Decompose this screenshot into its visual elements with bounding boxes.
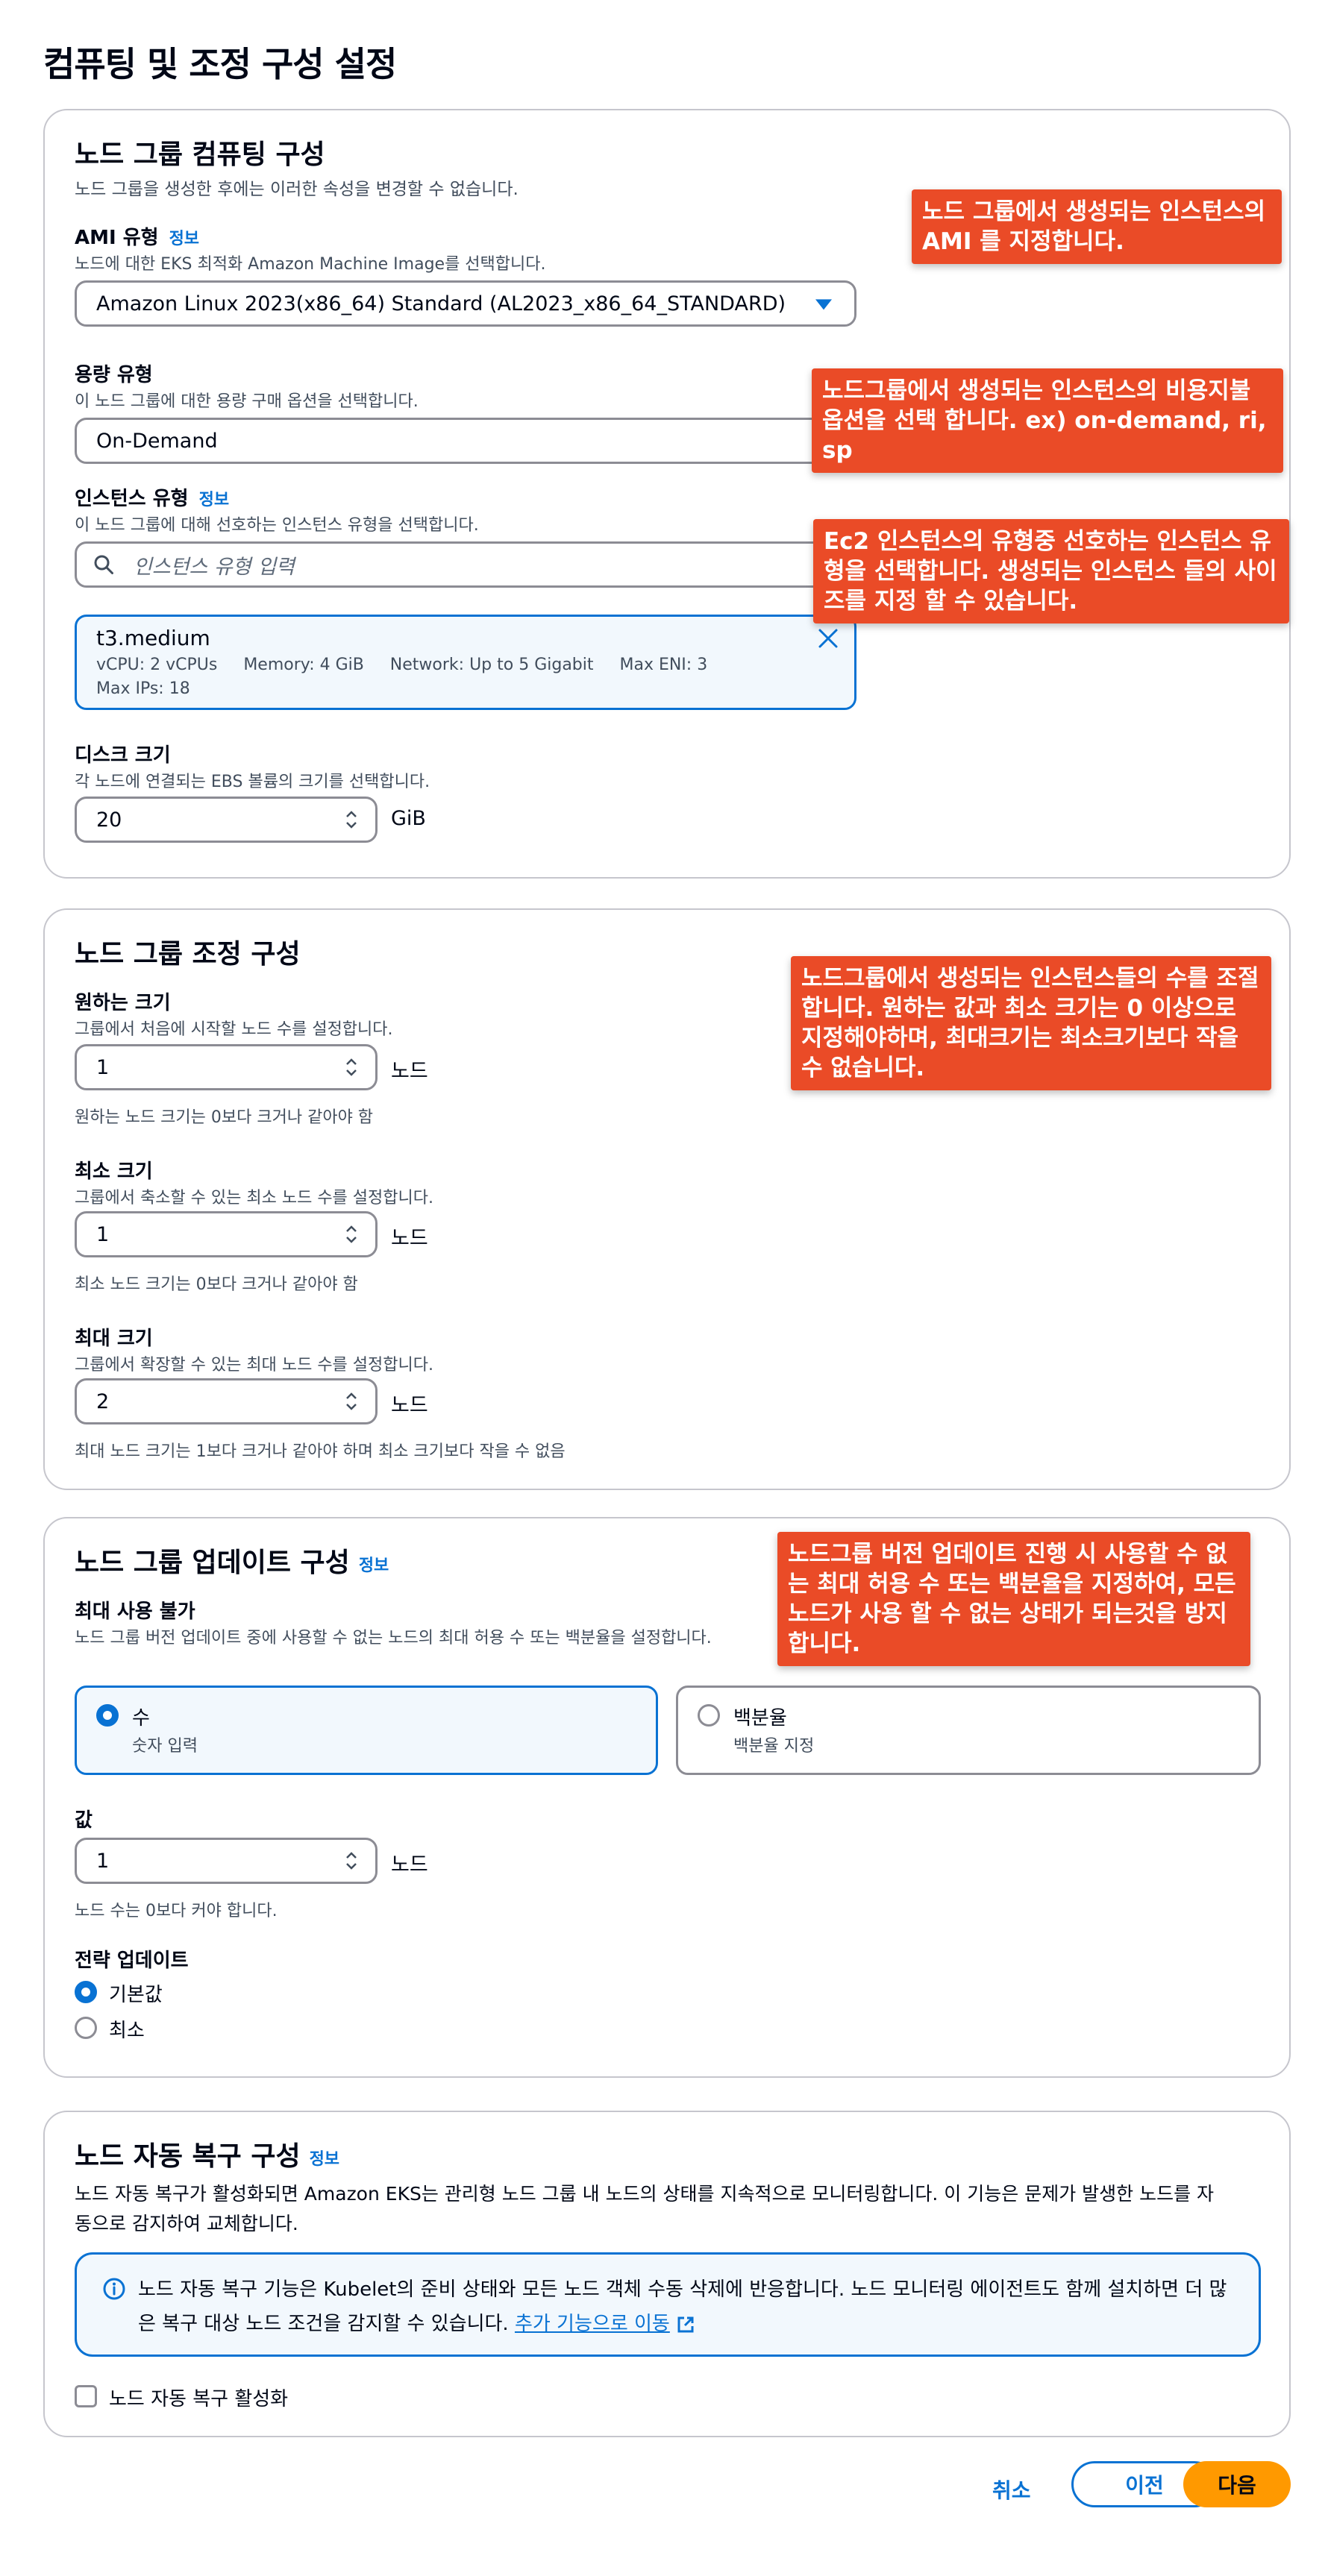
strategy-option-minimum-label: 최소 xyxy=(109,2020,145,2042)
instance-type-description: 이 노드 그룹에 대해 선호하는 인스턴스 유형을 선택합니다. xyxy=(75,516,479,535)
ami-type-select[interactable]: Amazon Linux 2023(x86_64) Standard (AL20… xyxy=(75,280,856,327)
strategy-option-default-label: 기본값 xyxy=(109,1984,163,2006)
min-size-description: 그룹에서 축소할 수 있는 최소 노드 수를 설정합니다. xyxy=(75,1189,433,1207)
instance-type-token: t3.medium vCPU: 2 vCPUs Memory: 4 GiB Ne… xyxy=(75,615,856,710)
scaling-panel-title: 노드 그룹 조정 구성 xyxy=(75,939,301,970)
max-size-hint: 최대 노드 크기는 1보다 크거나 같아야 하며 최소 크기보다 작을 수 없음 xyxy=(75,1442,566,1461)
addons-link[interactable]: 추가 기능으로 이동 xyxy=(515,2313,670,2335)
update-callout: 노드그룹 버전 업데이트 진행 시 사용할 수 없는 최대 허용 수 또는 백분… xyxy=(777,1532,1250,1666)
auto-repair-panel-title-text: 노드 자동 복구 구성 xyxy=(75,2141,301,2172)
radio-selected-icon xyxy=(75,1981,97,2003)
value-input-value: 1 xyxy=(96,1849,110,1873)
max-size-description: 그룹에서 확장할 수 있는 최대 노드 수를 설정합니다. xyxy=(75,1356,433,1375)
next-button[interactable]: 다음 xyxy=(1183,2461,1291,2507)
radio-selected-icon xyxy=(96,1704,119,1727)
stepper-icon[interactable] xyxy=(344,808,359,831)
min-size-value: 1 xyxy=(96,1222,110,1246)
desired-size-unit: 노드 xyxy=(391,1060,428,1083)
radio-unselected-icon xyxy=(75,2017,97,2039)
disk-size-input[interactable]: 20 xyxy=(75,797,378,843)
auto-repair-info-link[interactable]: 정보 xyxy=(310,2150,339,2169)
desired-size-description: 그룹에서 처음에 시작할 노드 수를 설정합니다. xyxy=(75,1020,393,1039)
ami-callout: 노드 그룹에서 생성되는 인스턴스의 AMI 를 지정합니다. xyxy=(912,189,1282,264)
max-unavailable-number-tile[interactable]: 수 숫자 입력 xyxy=(75,1686,658,1775)
disk-size-label: 디스크 크기 xyxy=(75,744,171,767)
ami-type-value: Amazon Linux 2023(x86_64) Standard (AL20… xyxy=(96,292,786,315)
min-size-hint: 최소 노드 크기는 0보다 크거나 같아야 함 xyxy=(75,1275,358,1294)
tile-number-desc: 숫자 입력 xyxy=(132,1737,198,1756)
compute-panel-title: 노드 그룹 컴퓨팅 구성 xyxy=(75,139,325,170)
auto-repair-alert-text: 노드 자동 복구 기능은 Kubelet의 준비 상태와 모든 노드 객체 수동… xyxy=(138,2272,1242,2341)
search-icon xyxy=(94,555,113,574)
instance-type-token-ips: Max IPs: 18 xyxy=(96,679,190,698)
info-icon xyxy=(103,2278,125,2300)
compute-panel-description: 노드 그룹을 생성한 후에는 이러한 속성을 변경할 수 없습니다. xyxy=(75,180,519,199)
stepper-icon[interactable] xyxy=(344,1223,359,1245)
instance-type-search-placeholder: 인스턴스 유형 입력 xyxy=(134,555,295,579)
value-hint: 노드 수는 0보다 커야 합니다. xyxy=(75,1902,278,1920)
scaling-callout: 노드그룹에서 생성되는 인스턴스들의 수를 조절합니다. 원하는 값과 최소 크… xyxy=(791,956,1271,1090)
tile-percent-desc: 백분율 지정 xyxy=(733,1737,815,1756)
max-unavailable-percent-tile[interactable]: 백분율 백분율 지정 xyxy=(676,1686,1261,1775)
external-link-icon[interactable] xyxy=(676,2315,695,2334)
instance-type-token-name: t3.medium xyxy=(96,626,210,650)
desired-size-input[interactable]: 1 xyxy=(75,1044,378,1090)
update-info-link[interactable]: 정보 xyxy=(359,1556,389,1575)
disk-size-unit: GiB xyxy=(391,807,426,830)
caret-down-icon xyxy=(815,299,832,310)
desired-size-label: 원하는 크기 xyxy=(75,992,171,1014)
value-unit: 노드 xyxy=(391,1853,428,1876)
disk-size-value: 20 xyxy=(96,808,122,832)
capacity-callout: 노드그룹에서 생성되는 인스턴스의 비용지불 옵션을 선택 합니다. ex) o… xyxy=(812,368,1283,473)
auto-repair-panel-title: 노드 자동 복구 구성 정보 xyxy=(75,2134,339,2173)
desired-size-value: 1 xyxy=(96,1055,110,1079)
instance-callout: Ec2 인스턴스의 유형중 선호하는 인스턴스 유형을 선택합니다. 생성되는 … xyxy=(813,519,1289,623)
instance-type-label: 인스턴스 유형 정보 xyxy=(75,483,229,511)
close-icon[interactable] xyxy=(815,626,841,651)
max-size-value: 2 xyxy=(96,1389,110,1413)
stepper-icon[interactable] xyxy=(344,1850,359,1872)
desired-size-hint: 원하는 노드 크기는 0보다 크거나 같아야 함 xyxy=(75,1108,374,1127)
auto-repair-info-alert: 노드 자동 복구 기능은 Kubelet의 준비 상태와 모든 노드 객체 수동… xyxy=(75,2252,1261,2357)
max-size-unit: 노드 xyxy=(391,1394,428,1417)
max-unavailable-description: 노드 그룹 버전 업데이트 중에 사용할 수 없는 노드의 최대 허용 수 또는… xyxy=(75,1629,712,1647)
instance-type-label-text: 인스턴스 유형 xyxy=(75,488,189,510)
ami-type-label-text: AMI 유형 xyxy=(75,227,159,249)
min-size-label: 최소 크기 xyxy=(75,1160,153,1183)
instance-type-search-input[interactable]: 인스턴스 유형 입력 xyxy=(75,541,856,588)
min-size-unit: 노드 xyxy=(391,1227,428,1250)
update-panel-title-text: 노드 그룹 업데이트 구성 xyxy=(75,1548,350,1578)
stepper-icon[interactable] xyxy=(344,1390,359,1413)
radio-unselected-icon xyxy=(698,1704,720,1727)
ami-info-link[interactable]: 정보 xyxy=(169,230,199,248)
auto-repair-description-2: 동으로 감지하여 교체합니다. xyxy=(75,2213,298,2234)
max-size-input[interactable]: 2 xyxy=(75,1378,378,1424)
min-size-input[interactable]: 1 xyxy=(75,1211,378,1257)
auto-repair-checkbox[interactable] xyxy=(75,2385,97,2407)
max-size-label: 최대 크기 xyxy=(75,1328,153,1350)
page-title: 컴퓨팅 및 조정 구성 설정 xyxy=(43,44,397,84)
cancel-button[interactable]: 취소 xyxy=(992,2475,1031,2504)
instance-type-token-meta: vCPU: 2 vCPUs Memory: 4 GiB Network: Up … xyxy=(96,656,708,674)
disk-size-description: 각 노드에 연결되는 EBS 볼륨의 크기를 선택합니다. xyxy=(75,773,430,791)
tile-percent-title: 백분율 xyxy=(733,1707,787,1730)
auto-repair-checkbox-label: 노드 자동 복구 활성화 xyxy=(109,2388,289,2410)
value-input[interactable]: 1 xyxy=(75,1838,378,1884)
tile-number-title: 수 xyxy=(132,1707,150,1730)
update-panel-title: 노드 그룹 업데이트 구성 정보 xyxy=(75,1541,389,1580)
auto-repair-panel: 노드 자동 복구 구성 정보 노드 자동 복구가 활성화되면 Amazon EKS… xyxy=(43,2111,1291,2437)
max-unavailable-label: 최대 사용 불가 xyxy=(75,1600,195,1623)
ami-type-label: AMI 유형 정보 xyxy=(75,222,199,250)
ami-type-description: 노드에 대한 EKS 최적화 Amazon Machine Image를 선택합… xyxy=(75,255,546,274)
value-label: 값 xyxy=(75,1809,93,1832)
instance-info-link[interactable]: 정보 xyxy=(199,491,229,509)
capacity-type-description: 이 노드 그룹에 대한 용량 구매 옵션을 선택합니다. xyxy=(75,392,419,411)
capacity-type-select[interactable]: On-Demand xyxy=(75,418,856,464)
capacity-type-label: 용량 유형 xyxy=(75,364,153,386)
auto-repair-description-1: 노드 자동 복구가 활성화되면 Amazon EKS는 관리형 노드 그룹 내 … xyxy=(75,2183,1215,2205)
stepper-icon[interactable] xyxy=(344,1056,359,1078)
update-strategy-label: 전략 업데이트 xyxy=(75,1950,189,1972)
capacity-type-value: On-Demand xyxy=(96,429,218,453)
